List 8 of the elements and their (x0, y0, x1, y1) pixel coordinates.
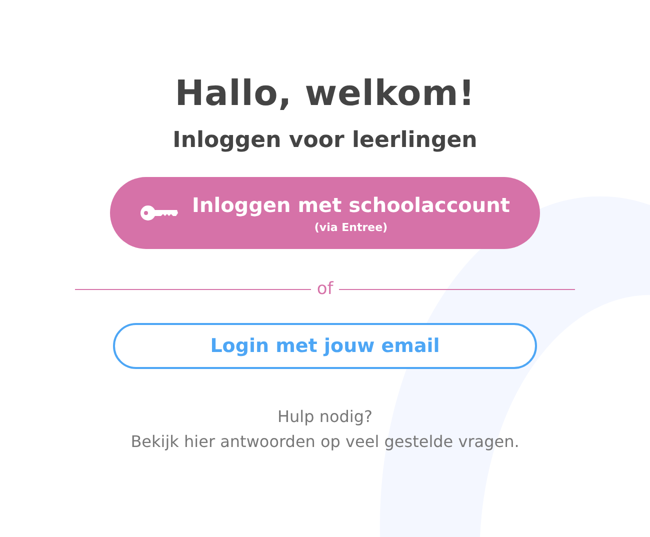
welcome-title: Hallo, welkom! (174, 74, 476, 114)
key-icon (140, 205, 178, 221)
divider-label: of (316, 279, 334, 299)
subtitle: Inloggen voor leerlingen (172, 128, 478, 153)
school-account-button[interactable]: Inloggen met schoolaccount (via Entree) (110, 177, 540, 249)
faq-link[interactable]: Bekijk hier antwoorden op veel gestelde vragen. (130, 432, 520, 451)
email-login-button[interactable]: Login met jouw email (113, 323, 537, 369)
help-question: Hulp nodig? (277, 407, 373, 426)
